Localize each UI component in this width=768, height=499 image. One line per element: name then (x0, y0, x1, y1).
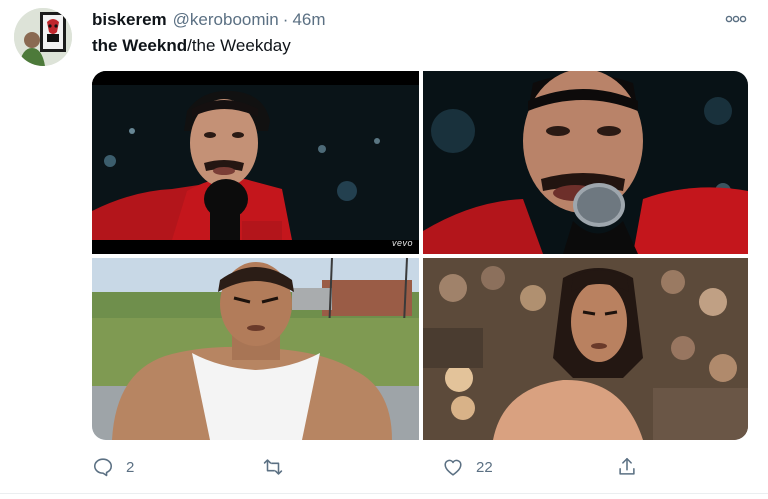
like-icon (442, 456, 464, 478)
like-button[interactable]: 22 (442, 452, 493, 482)
photo-wrestler-outdoor[interactable] (92, 258, 419, 440)
retweet-button[interactable] (262, 452, 296, 482)
tweet-text: the Weeknd/the Weekday (92, 36, 291, 56)
retweet-icon (262, 456, 284, 478)
photo-singer-wide[interactable]: vevo (92, 71, 419, 254)
tweet-text-rest: /the Weekday (187, 36, 291, 55)
reply-count: 2 (126, 458, 135, 476)
media-grid: vevo (92, 71, 748, 440)
avatar-image (14, 8, 72, 66)
divider (0, 493, 768, 494)
more-icon[interactable] (724, 12, 748, 26)
photo-singer-closeup[interactable] (423, 71, 748, 254)
tweet-text-bold: the Weeknd (92, 36, 188, 55)
tweet-header: biskerem @keroboomin · 46m (92, 10, 326, 32)
share-button[interactable] (616, 452, 638, 482)
user-handle[interactable]: @keroboomin (173, 10, 279, 30)
vevo-watermark: vevo (391, 238, 413, 248)
avatar[interactable] (14, 8, 72, 66)
timestamp[interactable]: 46m (292, 10, 325, 30)
like-count: 22 (476, 458, 493, 476)
reply-icon (92, 456, 114, 478)
tweet: biskerem @keroboomin · 46m the Weeknd/th… (0, 0, 768, 499)
share-icon (616, 456, 638, 478)
action-bar: 2 22 (92, 452, 748, 482)
display-name[interactable]: biskerem (92, 10, 167, 30)
photo-wrestler-arena[interactable] (423, 258, 748, 440)
separator-dot: · (282, 10, 289, 29)
reply-button[interactable]: 2 (92, 452, 134, 482)
